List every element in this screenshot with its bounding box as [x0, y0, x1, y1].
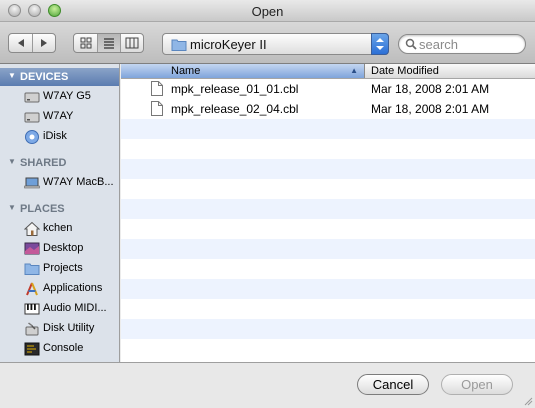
hard-drive-icon [24, 112, 40, 123]
folder-icon [171, 39, 187, 51]
search-placeholder: search [419, 37, 459, 52]
applications-icon [26, 282, 38, 296]
sidebar-item-w7ay[interactable]: W7AY [0, 107, 119, 127]
icon-view-icon [80, 37, 91, 49]
sidebar-header-devices[interactable]: ▼ DEVICES [0, 68, 119, 86]
button-bar: Cancel Open [0, 362, 535, 408]
column-view-button[interactable] [120, 34, 143, 52]
file-date: Mar 18, 2008 2:01 AM [371, 102, 490, 116]
sidebar-item-projects[interactable]: Projects [0, 259, 119, 279]
sidebar-header-places[interactable]: ▼ PLACES [0, 200, 119, 218]
sort-ascending-icon: ▲ [350, 66, 358, 75]
home-icon [24, 221, 40, 236]
sidebar-item-w7ay-g5[interactable]: W7AY G5 [0, 87, 119, 107]
open-button[interactable]: Open [441, 374, 513, 395]
column-header: Name ▲ Date Modified [121, 64, 535, 79]
console-icon [24, 342, 40, 356]
search-field[interactable]: search [398, 34, 526, 54]
column-view-icon [125, 37, 139, 49]
idisk-icon [25, 130, 39, 144]
resize-grip-icon[interactable] [523, 396, 533, 406]
back-arrow-icon [17, 39, 24, 47]
popup-arrows-icon [371, 33, 389, 55]
back-button[interactable] [9, 34, 32, 52]
sidebar-header-shared[interactable]: ▼ SHARED [0, 154, 119, 172]
folder-icon [24, 263, 40, 275]
computer-icon [24, 177, 40, 189]
sidebar: ▼ DEVICES W7AY G5 W7AY iDisk ▼ SHARED W7… [0, 64, 120, 362]
icon-view-button[interactable] [74, 34, 97, 52]
file-row[interactable]: mpk_release_02_04.cbl Mar 18, 2008 2:01 … [121, 99, 535, 119]
location-popup[interactable]: microKeyer II [162, 33, 389, 55]
sidebar-item-console[interactable]: Console [0, 339, 119, 359]
sidebar-item-w7ay-macbook[interactable]: W7AY MacB... [0, 173, 119, 193]
cancel-button[interactable]: Cancel [357, 374, 429, 395]
sidebar-item-desktop[interactable]: Desktop [0, 239, 119, 259]
window-title: Open [251, 4, 284, 19]
location-label: microKeyer II [190, 37, 267, 52]
file-date: Mar 18, 2008 2:01 AM [371, 82, 490, 96]
forward-arrow-icon [41, 39, 47, 47]
hard-drive-icon [24, 92, 40, 103]
file-list: Name ▲ Date Modified mpk_release_01_01.c… [121, 64, 535, 362]
list-view-icon [104, 38, 114, 49]
disk-utility-icon [25, 322, 39, 336]
document-icon [151, 101, 163, 116]
sidebar-item-idisk[interactable]: iDisk [0, 127, 119, 147]
sidebar-item-applications[interactable]: Applications [0, 279, 119, 299]
sidebar-item-disk-utility[interactable]: Disk Utility [0, 319, 119, 339]
list-view-button[interactable] [97, 34, 120, 52]
audio-midi-icon [24, 303, 40, 315]
view-mode-buttons [73, 33, 144, 53]
file-name: mpk_release_02_04.cbl [171, 102, 299, 116]
forward-button[interactable] [32, 34, 55, 52]
desktop-icon [24, 242, 40, 255]
sidebar-item-audio-midi[interactable]: Audio MIDI... [0, 299, 119, 319]
file-name: mpk_release_01_01.cbl [171, 82, 299, 96]
search-icon [405, 38, 417, 50]
title-bar[interactable]: Open [0, 0, 535, 22]
name-column-header[interactable]: Name ▲ [121, 64, 365, 78]
sidebar-item-kchen[interactable]: kchen [0, 219, 119, 239]
document-icon [151, 81, 163, 96]
history-nav-buttons [8, 33, 56, 53]
open-dialog: Open microKeyer II search ▼ DEVICES W7AY… [0, 0, 535, 408]
file-row[interactable]: mpk_release_01_01.cbl Mar 18, 2008 2:01 … [121, 79, 535, 99]
